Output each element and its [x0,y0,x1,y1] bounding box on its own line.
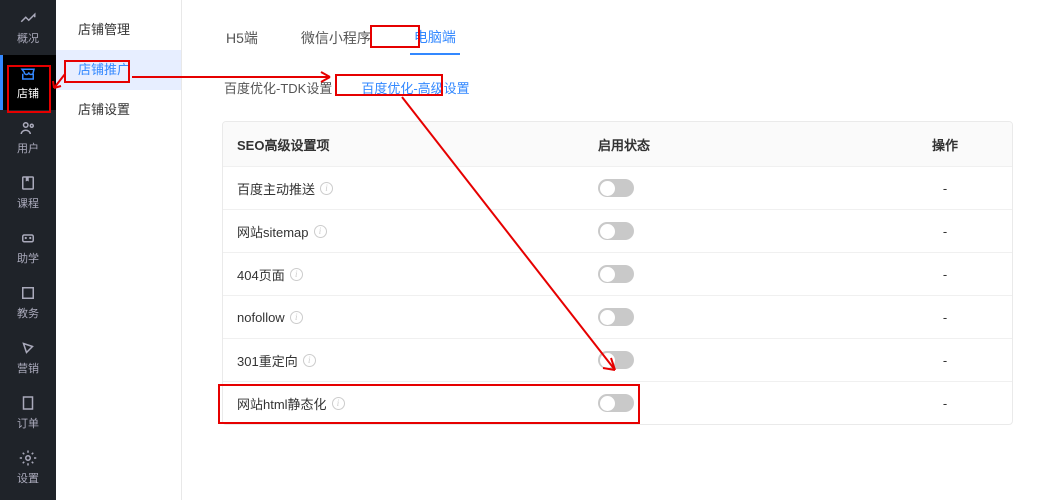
info-icon[interactable]: i [303,354,316,367]
info-icon[interactable]: i [332,397,345,410]
shop-icon [19,64,37,82]
table-row: 网站html静态化 i - [223,381,1012,424]
row-label: 404页面 [237,265,285,284]
overview-icon [19,9,37,27]
th-item: SEO高级设置项 [223,135,598,154]
toggle-switch[interactable] [598,222,634,240]
th-op: 操作 [878,135,1012,154]
nav-settings[interactable]: 设置 [0,440,56,495]
toggle-switch[interactable] [598,308,634,326]
subnav-shop-promo[interactable]: 店铺推广 [56,50,181,90]
nav-marketing[interactable]: 营销 [0,330,56,385]
main-panel: H5端 微信小程序 电脑端 百度优化-TDK设置 百度优化-高级设置 SEO高级… [182,0,1053,500]
table-row: 百度主动推送 i - [223,166,1012,209]
nav-label: 店铺 [17,85,39,101]
marketing-icon [19,339,37,357]
op-placeholder: - [943,396,947,411]
op-placeholder: - [943,353,947,368]
subnav-shop-manage[interactable]: 店铺管理 [56,10,181,50]
toggle-switch[interactable] [598,394,634,412]
users-icon [19,119,37,137]
table-row: 网站sitemap i - [223,209,1012,252]
tab-pc[interactable]: 电脑端 [410,21,460,55]
op-placeholder: - [943,267,947,282]
info-icon[interactable]: i [290,311,303,324]
tab-h5[interactable]: H5端 [222,22,262,54]
tab-wxminiprogram[interactable]: 微信小程序 [297,22,375,54]
nav-label: 课程 [17,195,39,211]
teach-icon [19,284,37,302]
info-icon[interactable]: i [314,225,327,238]
nav-shop[interactable]: 店铺 [0,55,56,110]
table-row: 404页面 i - [223,252,1012,295]
op-placeholder: - [943,224,947,239]
op-placeholder: - [943,181,947,196]
nav-label: 概况 [17,30,39,46]
row-label: 网站html静态化 [237,394,327,413]
row-label: 301重定向 [237,351,298,370]
toggle-switch[interactable] [598,265,634,283]
nav-overview[interactable]: 概况 [0,0,56,55]
nav-course[interactable]: 课程 [0,165,56,220]
nav-label: 助学 [17,250,39,266]
left-nav: 概况 店铺 用户 课程 助学 教务 营销 订单 设置 [0,0,56,500]
row-label: nofollow [237,310,285,325]
nav-label: 教务 [17,305,39,321]
assist-icon [19,229,37,247]
nav-label: 订单 [17,415,39,431]
tabs: H5端 微信小程序 电脑端 [222,20,1013,56]
table-row: nofollow i - [223,295,1012,338]
th-status: 启用状态 [598,135,878,154]
nav-label: 用户 [17,140,39,156]
sub-tabs: 百度优化-TDK设置 百度优化-高级设置 [222,74,1013,101]
table-header: SEO高级设置项 启用状态 操作 [223,122,1012,166]
op-placeholder: - [943,310,947,325]
sub-nav: 店铺管理 店铺推广 店铺设置 [56,0,182,500]
course-icon [19,174,37,192]
toggle-switch[interactable] [598,179,634,197]
table-row: 301重定向 i - [223,338,1012,381]
settings-icon [19,449,37,467]
row-label: 百度主动推送 [237,179,315,198]
subtab-tdk[interactable]: 百度优化-TDK设置 [222,74,334,101]
row-label: 网站sitemap [237,222,309,241]
nav-label: 营销 [17,360,39,376]
nav-order[interactable]: 订单 [0,385,56,440]
nav-label: 设置 [17,470,39,486]
info-icon[interactable]: i [320,182,333,195]
info-icon[interactable]: i [290,268,303,281]
nav-users[interactable]: 用户 [0,110,56,165]
nav-teach[interactable]: 教务 [0,275,56,330]
subnav-shop-settings[interactable]: 店铺设置 [56,90,181,130]
order-icon [19,394,37,412]
seo-table: SEO高级设置项 启用状态 操作 百度主动推送i-网站sitemapi-404页… [222,121,1013,425]
nav-assist[interactable]: 助学 [0,220,56,275]
subtab-advanced[interactable]: 百度优化-高级设置 [359,74,471,101]
toggle-switch[interactable] [598,351,634,369]
